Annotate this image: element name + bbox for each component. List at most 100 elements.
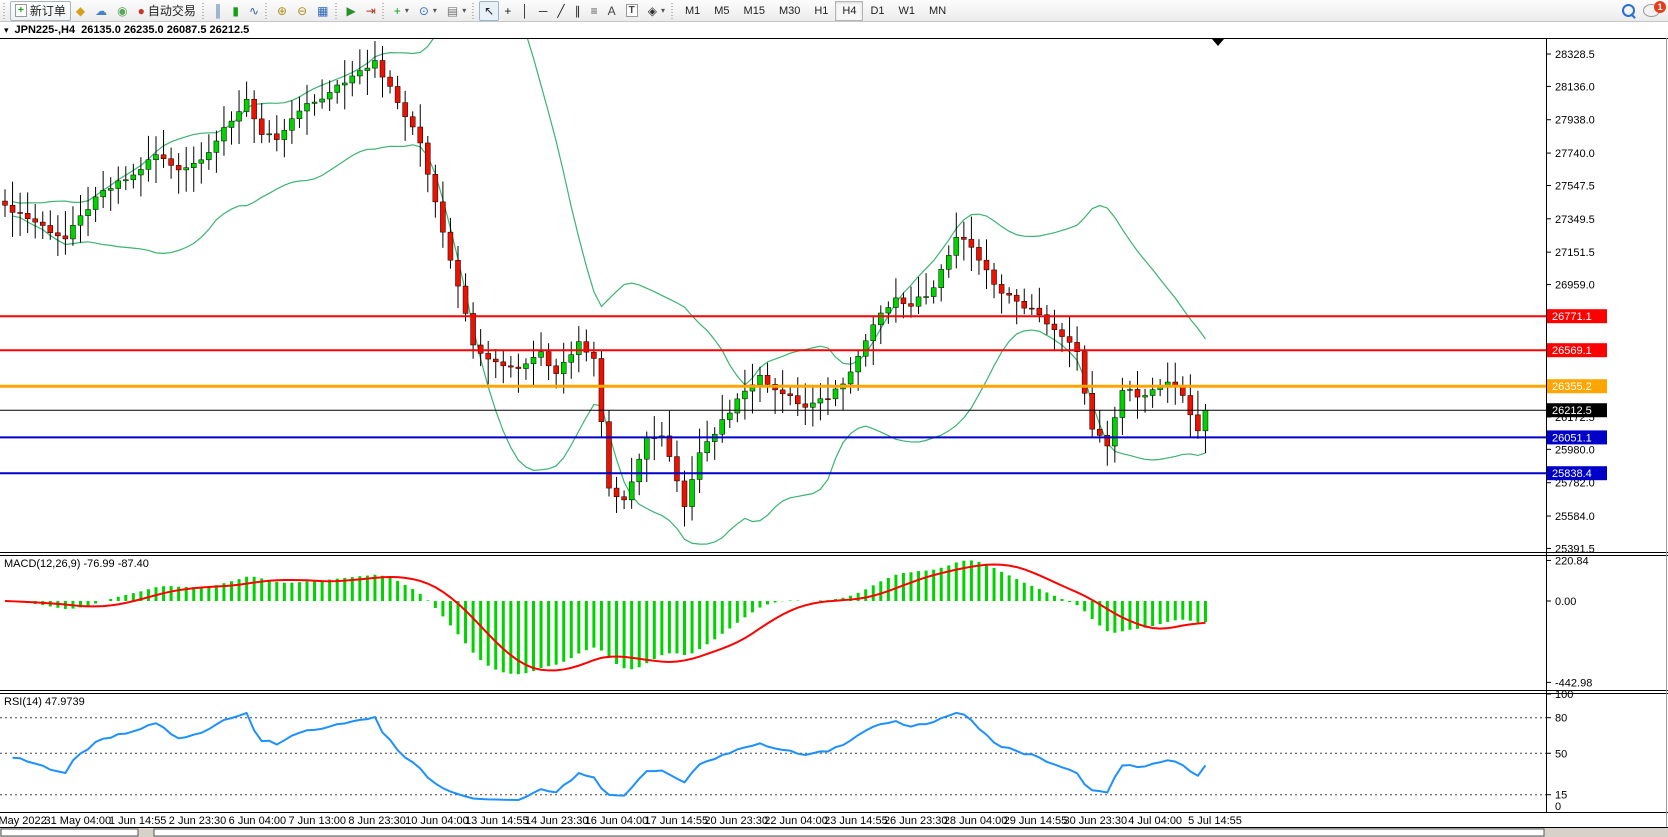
chart-shift-button[interactable]: ⇥	[361, 1, 381, 21]
timeframe-m1[interactable]: M1	[678, 1, 707, 21]
timeframe-m15[interactable]: M15	[737, 1, 772, 21]
signals-button[interactable]: ◉	[112, 1, 132, 21]
new-order-button[interactable]: +新订单	[10, 1, 71, 21]
price-chart[interactable]: 28328.528136.027938.027740.027547.527349…	[0, 38, 1668, 837]
price-tick-label: 28136.0	[1555, 81, 1595, 93]
price-tick-label: 27151.5	[1555, 247, 1595, 259]
cursor-icon: ↖	[484, 5, 494, 17]
cursor-button[interactable]: ↖	[479, 1, 499, 21]
rsi-tick-label: 15	[1555, 790, 1567, 802]
chevron-down-icon: ▾	[433, 6, 437, 15]
bar-chart-button[interactable]: ║	[209, 1, 228, 21]
horizontal-line-icon: ─	[539, 5, 548, 17]
price-tick-label: 28328.5	[1555, 49, 1595, 61]
time-tick-label: 5 Jul 14:55	[1188, 815, 1242, 827]
candlestick-chart-button[interactable]: ▮	[227, 1, 244, 21]
time-tick-label: 29 Jun 14:55	[1004, 815, 1068, 827]
line-chart-button[interactable]: ∿	[244, 1, 264, 21]
time-tick-label: 1 Jun 14:55	[109, 815, 167, 827]
gold-button[interactable]: ◆	[71, 1, 90, 21]
zoom-out-button[interactable]: ⊖	[292, 1, 312, 21]
macd-label: MACD(12,26,9) -76.99 -87.40	[4, 558, 149, 570]
price-tick-label: 25584.0	[1555, 511, 1595, 523]
fibonacci-button[interactable]: ≡	[586, 1, 603, 21]
one-click-collapse-arrow[interactable]: ▾	[4, 25, 9, 36]
crosshair-button[interactable]: +	[499, 1, 516, 21]
tile-windows-icon: ▦	[317, 5, 328, 17]
scrollbar-thumb[interactable]	[154, 829, 1544, 836]
toolbar-grip	[202, 3, 206, 19]
timeframe-h1[interactable]: H1	[807, 1, 835, 21]
text-button[interactable]: A	[603, 1, 621, 21]
main-toolbar: +新订单◆☁◉●自动交易║▮∿⊕⊖▦▶⇥+▾⊙▾▤▾↖+│─╱∥≡AT◈▾M1M…	[0, 0, 1668, 22]
timeframe-m30[interactable]: M30	[772, 1, 807, 21]
time-tick-label: 30 Jun 23:30	[1063, 815, 1127, 827]
fibonacci-icon: ≡	[591, 5, 598, 17]
vertical-line-button[interactable]: │	[516, 1, 534, 21]
notification-badge: 1	[1654, 1, 1666, 13]
search-icon[interactable]	[1622, 4, 1635, 17]
price-tick-label: 27740.0	[1555, 148, 1595, 160]
indicators-icon: +	[394, 5, 401, 17]
horizontal-line-button[interactable]: ─	[534, 1, 553, 21]
horizontal-scrollbar[interactable]	[0, 828, 1668, 837]
time-tick-label: 9 May 2022	[0, 815, 47, 827]
price-tick-label: 27349.5	[1555, 214, 1595, 226]
chart-title-row: ▾ JPN225-,H4 26135.0 26235.0 26087.5 262…	[0, 22, 1668, 38]
toolbar-right-group: 1	[1622, 4, 1666, 17]
vertical-line-icon: │	[521, 5, 529, 17]
timeframe-w1[interactable]: W1	[892, 1, 923, 21]
rsi-tick-label: 100	[1555, 689, 1573, 701]
price-badge-label: 26212.5	[1552, 405, 1592, 417]
text-label-icon: T	[626, 4, 638, 17]
toolbar-grip	[335, 3, 339, 19]
price-tick-label: 26959.0	[1555, 280, 1595, 292]
arrows-icon: ◈	[648, 5, 657, 17]
time-tick-label: 26 Jun 23:30	[884, 815, 948, 827]
time-axis[interactable]: 9 May 202231 May 04:001 Jun 14:552 Jun 2…	[0, 815, 1242, 827]
templates-button[interactable]: ▤▾	[442, 1, 471, 21]
chat-icon[interactable]: 1	[1643, 4, 1660, 17]
chart-ohlc-values: 26135.0 26235.0 26087.5 26212.5	[81, 24, 249, 36]
arrows-button[interactable]: ◈▾	[643, 1, 670, 21]
trend-line-button[interactable]: ╱	[552, 1, 569, 21]
rsi-tick-label: 80	[1555, 713, 1567, 725]
timeframe-h4[interactable]: H4	[835, 1, 863, 21]
price-tick-label: 25391.5	[1555, 543, 1595, 555]
chevron-down-icon: ▾	[405, 6, 409, 15]
time-tick-label: 14 Jun 23:30	[525, 815, 589, 827]
auto-scroll-button[interactable]: ▶	[342, 1, 361, 21]
equidistant-channel-icon: ∥	[575, 5, 581, 17]
indicators-button[interactable]: +▾	[389, 1, 414, 21]
time-tick-label: 20 Jun 23:30	[704, 815, 768, 827]
chart-shift-icon: ⇥	[366, 5, 376, 17]
text-icon: A	[608, 5, 616, 17]
zoom-in-button[interactable]: ⊕	[272, 1, 292, 21]
community-button[interactable]: ☁	[90, 1, 112, 21]
new-order-label: 新订单	[30, 2, 66, 19]
macd-tick-label: 220.84	[1555, 555, 1589, 567]
timeframe-mn[interactable]: MN	[922, 1, 953, 21]
rsi-label: RSI(14) 47.9739	[4, 696, 85, 708]
time-tick-label: 23 Jun 14:55	[824, 815, 888, 827]
text-label-button[interactable]: T	[621, 1, 643, 21]
new-order-icon: +	[15, 4, 27, 17]
toolbar-grip	[671, 3, 675, 19]
toolbar-grip	[265, 3, 269, 19]
scrollbar-left-box[interactable]	[1, 829, 138, 836]
zoom-in-icon: ⊕	[277, 5, 287, 17]
time-tick-label: 22 Jun 04:00	[764, 815, 828, 827]
price-badge-label: 26771.1	[1552, 311, 1592, 323]
time-tick-label: 8 Jun 23:30	[348, 815, 406, 827]
rsi-tick-label: 50	[1555, 748, 1567, 760]
price-tick-label: 27938.0	[1555, 115, 1595, 127]
equidistant-channel-button[interactable]: ∥	[570, 1, 586, 21]
tile-windows-button[interactable]: ▦	[312, 1, 333, 21]
auto-trading-icon: ●	[138, 5, 145, 17]
timeframe-m5[interactable]: M5	[707, 1, 736, 21]
rsi-tick-label: 0	[1555, 801, 1561, 813]
periods-button[interactable]: ⊙▾	[414, 1, 442, 21]
timeframe-d1[interactable]: D1	[863, 1, 891, 21]
auto-trading-button[interactable]: ●自动交易	[133, 1, 201, 21]
toolbar-grip	[472, 3, 476, 19]
